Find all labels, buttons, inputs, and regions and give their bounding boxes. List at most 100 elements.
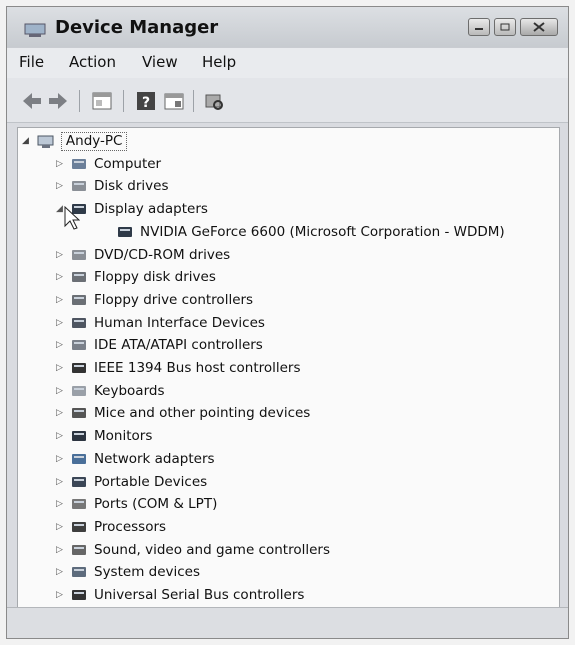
menu-help[interactable]: Help <box>202 53 236 71</box>
tree-node[interactable]: ▷ Monitors <box>56 426 153 446</box>
tree-root[interactable]: ◢ Andy-PC <box>22 131 128 151</box>
maximize-button[interactable] <box>494 18 516 36</box>
tree-node[interactable]: ▷ Floppy drive controllers <box>56 290 253 310</box>
collapse-arrow-icon[interactable]: ◢ <box>22 136 29 146</box>
tree-node-label: Floppy disk drives <box>94 269 216 286</box>
device-manager-window: Device Manager File Action View Help ? ◢… <box>6 6 569 639</box>
expand-arrow-icon[interactable]: ▷ <box>56 250 63 260</box>
window-title: Device Manager <box>55 17 219 38</box>
system-device-icon <box>72 567 86 578</box>
tree-node[interactable]: ▷ System devices <box>56 562 201 582</box>
minimize-button[interactable] <box>468 18 490 36</box>
tree-child-label: NVIDIA GeForce 6600 (Microsoft Corporati… <box>140 223 505 240</box>
display-adapter-icon <box>118 226 132 237</box>
tree-node[interactable]: ▷ Human Interface Devices <box>56 313 265 333</box>
tree-child-node[interactable]: NVIDIA GeForce 6600 (Microsoft Corporati… <box>116 222 505 242</box>
tree-node-label: Portable Devices <box>94 473 208 490</box>
tree-node[interactable]: ▷ Mice and other pointing devices <box>56 403 311 423</box>
tree-node[interactable]: ▷ Universal Serial Bus controllers <box>56 585 305 605</box>
device-tree[interactable]: ◢ Andy-PC ▷ Computer ▷ Disk drives ◢ Display … <box>17 127 560 609</box>
tree-node[interactable]: ▷ DVD/CD-ROM drives <box>56 245 230 265</box>
expand-arrow-icon[interactable]: ▷ <box>56 386 63 396</box>
expand-arrow-icon[interactable]: ▷ <box>56 590 63 600</box>
tree-node[interactable]: ▷ Floppy disk drives <box>56 267 216 287</box>
tree-node[interactable]: ▷ Keyboards <box>56 381 165 401</box>
properties-icon[interactable] <box>91 90 113 112</box>
tree-node[interactable]: ▷ Ports (COM & LPT) <box>56 494 218 514</box>
tree-root-label[interactable]: Andy-PC <box>60 131 128 151</box>
expand-arrow-icon[interactable]: ▷ <box>56 431 63 441</box>
port-icon <box>72 499 86 510</box>
portable-device-icon <box>72 476 86 487</box>
device-manager-icon <box>24 23 46 37</box>
maximize-icon <box>500 23 510 31</box>
toolbar: ? <box>7 78 568 123</box>
tree-node[interactable]: ▷ Processors <box>56 517 166 537</box>
tree-node-label: Monitors <box>94 428 153 445</box>
expand-arrow-icon[interactable]: ▷ <box>56 454 63 464</box>
expand-arrow-icon[interactable]: ▷ <box>56 318 63 328</box>
expand-arrow-icon[interactable]: ▷ <box>56 295 63 305</box>
menu-file[interactable]: File <box>19 53 44 71</box>
close-button[interactable] <box>520 18 558 36</box>
menu-action[interactable]: Action <box>69 53 116 71</box>
tree-node-label: Mice and other pointing devices <box>94 405 311 422</box>
expand-arrow-icon[interactable]: ▷ <box>56 272 63 282</box>
help-icon[interactable]: ? <box>135 90 157 112</box>
expand-arrow-icon[interactable]: ▷ <box>56 408 63 418</box>
expand-arrow-icon[interactable]: ▷ <box>56 545 63 555</box>
tree-node-label: Network adapters <box>94 450 215 467</box>
sound-icon <box>72 544 86 555</box>
expand-arrow-icon[interactable]: ▷ <box>56 499 63 509</box>
tree-node-label: IEEE 1394 Bus host controllers <box>94 360 301 376</box>
menu-bar: File Action View Help <box>7 47 568 78</box>
expand-arrow-icon[interactable]: ▷ <box>56 477 63 487</box>
keyboard-icon <box>72 385 86 396</box>
tree-node[interactable]: ▷ Disk drives <box>56 176 169 196</box>
toolbar-separator <box>79 90 80 112</box>
tree-node-label: Sound, video and game controllers <box>94 541 330 558</box>
expand-arrow-icon[interactable]: ▷ <box>56 181 63 191</box>
expand-arrow-icon[interactable]: ▷ <box>56 159 63 169</box>
tree-node-label: Ports (COM & LPT) <box>94 496 218 513</box>
computer-icon <box>72 158 86 169</box>
mouse-cursor-icon <box>64 206 80 230</box>
expand-arrow-icon[interactable]: ▷ <box>56 567 63 577</box>
floppy-drive-icon <box>72 272 86 283</box>
hid-icon <box>72 317 86 328</box>
expand-arrow-icon[interactable]: ▷ <box>56 340 63 350</box>
toolbar-separator <box>193 90 194 112</box>
tree-node[interactable]: ▷ Portable Devices <box>56 472 208 492</box>
tree-node[interactable]: ▷ Network adapters <box>56 449 215 469</box>
tree-node-label: Keyboards <box>94 382 165 399</box>
back-icon[interactable] <box>21 90 43 112</box>
tree-node-label: Universal Serial Bus controllers <box>94 587 305 603</box>
dvd-drive-icon <box>72 249 86 260</box>
tree-node[interactable]: ◢ Display adapters <box>56 199 208 219</box>
tree-node-label: Human Interface Devices <box>94 314 265 331</box>
expand-arrow-icon[interactable]: ▷ <box>56 363 63 373</box>
network-adapter-icon <box>72 453 86 464</box>
computer-icon <box>37 135 54 148</box>
tree-node-label: System devices <box>94 564 201 581</box>
tree-node-label: Disk drives <box>94 178 169 195</box>
processor-icon <box>72 521 86 532</box>
forward-icon[interactable] <box>47 90 69 112</box>
scan-hardware-icon[interactable] <box>203 90 225 112</box>
expand-arrow-icon[interactable]: ▷ <box>56 522 63 532</box>
status-bar <box>7 607 568 638</box>
window-controls <box>468 18 558 36</box>
show-hidden-icon[interactable] <box>163 90 185 112</box>
monitor-icon <box>72 431 86 442</box>
toolbar-separator <box>123 90 124 112</box>
ide-controller-icon <box>72 340 86 351</box>
tree-node[interactable]: ▷ Computer <box>56 154 161 174</box>
tree-node[interactable]: ▷ Sound, video and game controllers <box>56 540 330 560</box>
tree-node[interactable]: ▷ IEEE 1394 Bus host controllers <box>56 358 301 378</box>
title-bar[interactable]: Device Manager <box>7 7 568 47</box>
menu-view[interactable]: View <box>142 53 178 71</box>
svg-text:?: ? <box>142 95 150 111</box>
tree-node[interactable]: ▷ IDE ATA/ATAPI controllers <box>56 335 263 355</box>
collapse-arrow-icon[interactable]: ◢ <box>56 204 63 214</box>
tree-node-label: Display adapters <box>94 201 208 218</box>
